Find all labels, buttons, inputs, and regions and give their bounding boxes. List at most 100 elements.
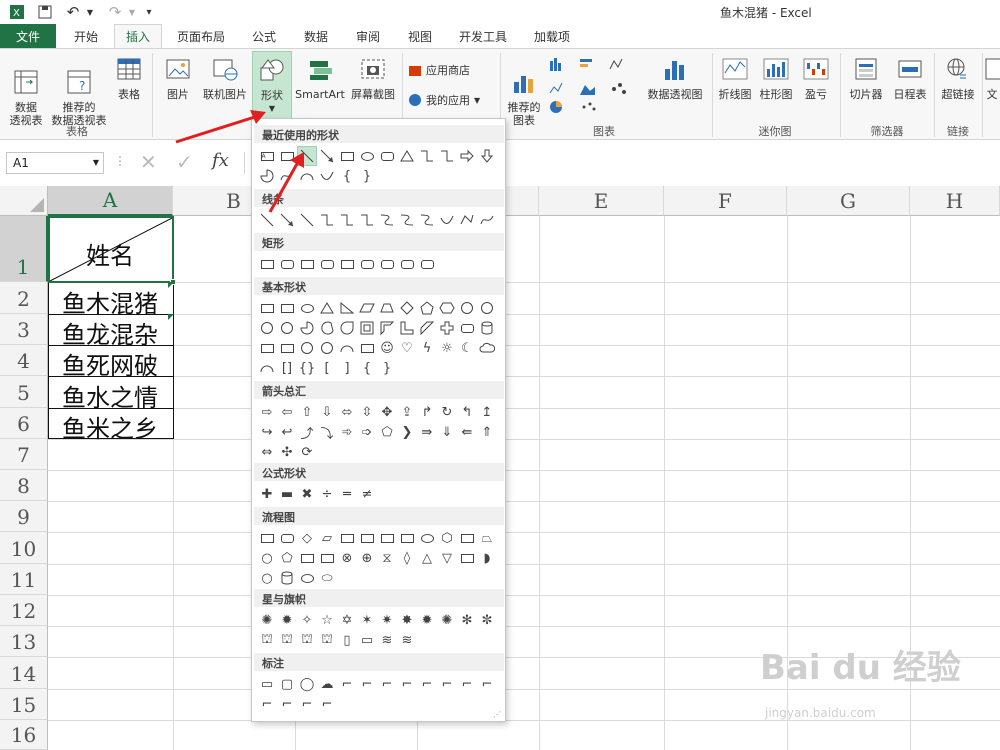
- quad-arrow-callout-shape-icon[interactable]: ✣: [278, 443, 296, 461]
- star-8-point-shape-icon[interactable]: ✷: [378, 611, 396, 629]
- left-arrow-shape-icon[interactable]: ⇦: [278, 403, 296, 421]
- elbow-connector-shape-icon[interactable]: [418, 147, 436, 165]
- cube-shape-icon[interactable]: [258, 339, 276, 357]
- explosion-1-shape-icon[interactable]: ✺: [258, 611, 276, 629]
- flowchart-extract-shape-icon[interactable]: △: [418, 549, 436, 567]
- round-diagonal-rectangle-shape-icon[interactable]: [418, 255, 436, 273]
- circular-arrow-shape-icon[interactable]: ⟳: [298, 443, 316, 461]
- left-brace-shape-icon[interactable]: {: [358, 359, 376, 377]
- chart-type-gallery[interactable]: [546, 55, 636, 115]
- smartart-button[interactable]: SmartArt: [294, 55, 346, 101]
- star-24-point-shape-icon[interactable]: ✻: [458, 611, 476, 629]
- plus-shape-icon[interactable]: ✚: [258, 485, 276, 503]
- elbow-arrow-connector-shape-icon[interactable]: [338, 211, 356, 229]
- diamond-shape-icon[interactable]: [398, 299, 416, 317]
- flowchart-sequential-storage-shape-icon[interactable]: ○: [258, 569, 276, 587]
- name-box-dropdown-icon[interactable]: ▼: [93, 158, 99, 167]
- curved-up-ribbon-shape-icon[interactable]: ⛫: [298, 631, 316, 649]
- right-arrow-callout-shape-icon[interactable]: ⇛: [418, 423, 436, 441]
- row-header[interactable]: 7: [0, 439, 48, 470]
- tab-addins[interactable]: 加载项: [522, 24, 582, 48]
- flowchart-stored-data-shape-icon[interactable]: [458, 549, 476, 567]
- minus-shape-icon[interactable]: ▬: [278, 485, 296, 503]
- left-bracket-shape-icon[interactable]: [: [318, 359, 336, 377]
- slicer-button[interactable]: 切片器: [844, 55, 888, 101]
- rectangle-shape-icon[interactable]: [258, 255, 276, 273]
- sun-shape-icon[interactable]: ☼: [438, 339, 456, 357]
- my-apps-button[interactable]: 我的应用 ▼: [408, 93, 494, 107]
- vertical-scroll-shape-icon[interactable]: ▯: [338, 631, 356, 649]
- moon-shape-icon[interactable]: ☾: [458, 339, 476, 357]
- line-callout-2-no-border-shape-icon[interactable]: ⌐: [478, 675, 496, 693]
- row-header[interactable]: 15: [0, 689, 48, 720]
- left-up-arrow-shape-icon[interactable]: ↰: [458, 403, 476, 421]
- flowchart-preparation-shape-icon[interactable]: ⬡: [438, 529, 456, 547]
- no-symbol-shape-icon[interactable]: [318, 339, 336, 357]
- customize-qat-button[interactable]: ▾: [142, 2, 156, 22]
- right-arrow-shape-icon[interactable]: [458, 147, 476, 165]
- left-brace-shape-icon[interactable]: {: [338, 167, 356, 185]
- block-arc-shape-icon[interactable]: [338, 339, 356, 357]
- down-arrow-shape-icon[interactable]: ⇩: [318, 403, 336, 421]
- chord-shape-icon[interactable]: [318, 319, 336, 337]
- notched-right-arrow-shape-icon[interactable]: ➩: [358, 423, 376, 441]
- diagonal-stripe-shape-icon[interactable]: [418, 319, 436, 337]
- flowchart-predefined-process-shape-icon[interactable]: [338, 529, 356, 547]
- flowchart-manual-operation-shape-icon[interactable]: ⏢: [478, 529, 496, 547]
- row-header[interactable]: 12: [0, 595, 48, 626]
- curve-shape-icon[interactable]: [318, 167, 336, 185]
- enter-icon[interactable]: ✓: [176, 150, 193, 174]
- column-header[interactable]: E: [539, 186, 664, 216]
- tab-view[interactable]: 视图: [396, 24, 444, 48]
- l-shape-icon[interactable]: [398, 319, 416, 337]
- right-brace-shape-icon[interactable]: }: [358, 167, 376, 185]
- left-right-up-arrow-shape-icon[interactable]: ⇪: [398, 403, 416, 421]
- text-box-shape-icon[interactable]: [258, 299, 276, 317]
- store-button[interactable]: 应用商店: [408, 63, 488, 77]
- flowchart-process-shape-icon[interactable]: [258, 529, 276, 547]
- oval-callout-shape-icon[interactable]: ◯: [298, 675, 316, 693]
- not-equal-shape-icon[interactable]: ≠: [358, 485, 376, 503]
- left-right-arrow-callout-shape-icon[interactable]: ⇔: [258, 443, 276, 461]
- flowchart-alternate-process-shape-icon[interactable]: [278, 529, 296, 547]
- quad-arrow-shape-icon[interactable]: ✥: [378, 403, 396, 421]
- can-shape-icon[interactable]: [478, 319, 496, 337]
- equal-shape-icon[interactable]: ═: [338, 485, 356, 503]
- trapezoid-shape-icon[interactable]: [378, 299, 396, 317]
- donut-shape-icon[interactable]: [298, 339, 316, 357]
- picture-button[interactable]: 图片: [160, 55, 196, 101]
- timeline-button[interactable]: 日程表: [888, 55, 932, 101]
- double-brace-shape-icon[interactable]: {}: [298, 359, 316, 377]
- undo-button[interactable]: ↶: [62, 2, 84, 22]
- line-callout-1-no-border-shape-icon[interactable]: ⌐: [458, 675, 476, 693]
- round-corner-rectangle-shape-icon[interactable]: [378, 255, 396, 273]
- line-callout-3-shape-icon[interactable]: ⌐: [378, 675, 396, 693]
- bent-up-arrow-shape-icon[interactable]: ↥: [478, 403, 496, 421]
- pivot-chart-button[interactable]: 数据透视图: [640, 55, 710, 101]
- row-header[interactable]: 3: [0, 314, 48, 345]
- hexagon-shape-icon[interactable]: [438, 299, 456, 317]
- tab-developer[interactable]: 开发工具: [450, 24, 516, 48]
- snip-same-side-rectangle-shape-icon[interactable]: [318, 255, 336, 273]
- lightning-bolt-shape-icon[interactable]: ϟ: [418, 339, 436, 357]
- double-bracket-shape-icon[interactable]: []: [278, 359, 296, 377]
- line-callout-3-border-accent-shape-icon[interactable]: ⌐: [318, 695, 336, 713]
- flowchart-display-shape-icon[interactable]: ⬭: [318, 569, 336, 587]
- row-header[interactable]: 4: [0, 345, 48, 376]
- down-ribbon-shape-icon[interactable]: ⛫: [278, 631, 296, 649]
- octagon-shape-icon[interactable]: [478, 299, 496, 317]
- flowchart-decision-shape-icon[interactable]: ◇: [298, 529, 316, 547]
- row-header[interactable]: 16: [0, 720, 48, 750]
- elbow-arrow-connector-shape-icon[interactable]: [438, 147, 456, 165]
- flowchart-terminator-shape-icon[interactable]: [418, 529, 436, 547]
- decagon-shape-icon[interactable]: [258, 319, 276, 337]
- left-right-arrow-shape-icon[interactable]: ⬄: [338, 403, 356, 421]
- hyperlink-button[interactable]: 超链接: [936, 55, 980, 101]
- curved-down-ribbon-shape-icon[interactable]: ⛫: [318, 631, 336, 649]
- column-header[interactable]: A: [48, 186, 173, 216]
- column-header[interactable]: F: [664, 186, 787, 216]
- cancel-icon[interactable]: ✕: [140, 150, 157, 174]
- line-callout-2-accent-shape-icon[interactable]: ⌐: [418, 675, 436, 693]
- bevel-shape-icon[interactable]: [278, 339, 296, 357]
- line-callout-1-shape-icon[interactable]: ⌐: [338, 675, 356, 693]
